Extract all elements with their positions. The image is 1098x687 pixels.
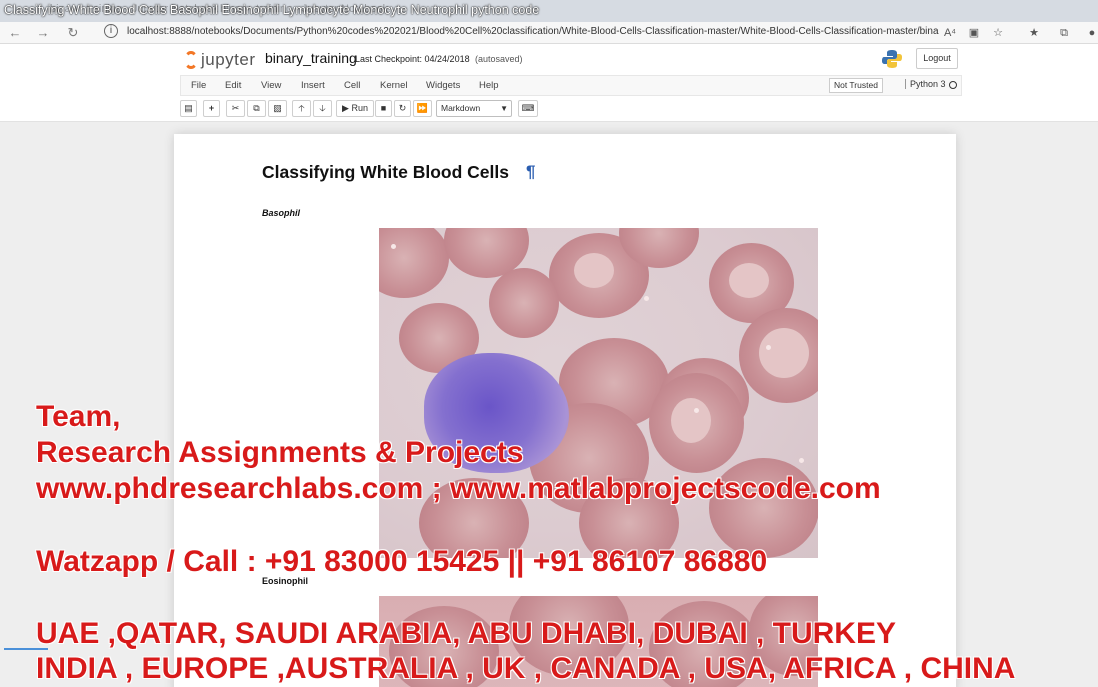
back-icon[interactable]: ← (6, 24, 24, 42)
run-icon: ▶ (342, 103, 349, 113)
menu-cell[interactable]: Cell (344, 80, 360, 91)
notebook-name[interactable]: binary_training (265, 50, 357, 66)
overlay-line-4: Watzapp / Call : +91 83000 15425 || +91 … (36, 545, 768, 578)
cut-icon[interactable]: ✂ (226, 100, 245, 117)
restart-icon[interactable]: ↻ (394, 100, 411, 117)
overlay-line-2: Research Assignments & Projects (36, 436, 524, 469)
copy-icon[interactable]: ⧉ (247, 100, 266, 117)
favorites-icon[interactable]: ★ (1026, 25, 1042, 41)
cell-type-value: Markdown (441, 103, 481, 113)
move-up-icon[interactable]: 🡡 (292, 100, 311, 117)
notebook-toolbar: ▤ + ✂ ⧉ ▧ 🡡 🡣 ▶ Run ■ ↻ ⏩ Markdown ▼ ⌨ (180, 100, 962, 120)
checkpoint-status: Last Checkpoint: 04/24/2018 (355, 54, 470, 64)
overlay-line-1: Team, (36, 400, 121, 433)
browser-tab-bar: binary_training - Jupyter Notebook binar… (0, 0, 1098, 22)
jupyter-logo-text: jupyter (201, 50, 256, 69)
chevron-down-icon: ▼ (500, 104, 508, 113)
run-label: Run (351, 103, 368, 113)
logout-button[interactable]: Logout (916, 48, 958, 69)
menu-widgets[interactable]: Widgets (426, 80, 460, 91)
menu-kernel[interactable]: Kernel (380, 80, 407, 91)
add-cell-icon[interactable]: + (203, 100, 220, 117)
keyboard-icon[interactable]: ⌨ (518, 100, 538, 117)
stop-icon[interactable]: ■ (375, 100, 392, 117)
overlay-line-5: UAE ,QATAR, SAUDI ARABIA, ABU DHABI, DUB… (36, 617, 896, 650)
read-aloud-icon[interactable]: A⁴ (942, 25, 958, 41)
star-icon[interactable]: ☆ (990, 25, 1006, 41)
profile-icon[interactable]: ● (1084, 25, 1098, 41)
info-icon[interactable]: i (104, 24, 118, 38)
save-icon[interactable]: ▤ (180, 100, 197, 117)
menu-insert[interactable]: Insert (301, 80, 325, 91)
page-view-icon[interactable]: ▣ (966, 25, 982, 41)
jupyter-logo-icon (184, 51, 198, 69)
reload-icon[interactable]: ↻ (64, 24, 82, 42)
menu-view[interactable]: View (261, 80, 281, 91)
menu-help[interactable]: Help (479, 80, 499, 91)
python-logo-icon (882, 50, 902, 68)
jupyter-header: jupyter binary_training Last Checkpoint:… (0, 44, 1098, 122)
section-label-basophil: Basophil (262, 208, 301, 218)
restart-run-all-icon[interactable]: ⏩ (413, 100, 432, 117)
notebook-heading: Classifying White Blood Cells (262, 162, 509, 182)
autosave-status: (autosaved) (475, 54, 523, 64)
not-trusted-badge[interactable]: Not Trusted (829, 78, 883, 93)
kernel-name[interactable]: Python 3 (905, 79, 946, 89)
notebook-page: Classifying White Blood Cells ¶ Basophil… (174, 134, 956, 687)
paste-icon[interactable]: ▧ (268, 100, 287, 117)
video-title: Classifying White Blood Cells Basophil E… (4, 3, 540, 17)
run-button[interactable]: ▶ Run (336, 100, 374, 117)
move-down-icon[interactable]: 🡣 (313, 100, 332, 117)
kernel-idle-icon (949, 81, 957, 89)
overlay-line-6: INDIA , EUROPE ,AUSTRALIA , UK , CANADA … (36, 652, 1016, 685)
menu-file[interactable]: File (191, 80, 206, 91)
collections-icon[interactable]: ⧉ (1056, 25, 1072, 41)
menu-bar: File Edit View Insert Cell Kernel Widget… (180, 75, 962, 96)
video-progress-bar[interactable] (4, 648, 48, 650)
forward-icon[interactable]: → (34, 24, 52, 42)
cell-type-select[interactable]: Markdown ▼ (436, 100, 512, 117)
menu-edit[interactable]: Edit (225, 80, 241, 91)
overlay-line-3: www.phdresearchlabs.com ; www.matlabproj… (36, 472, 881, 505)
address-bar: ← → ↻ i localhost:8888/notebooks/Documen… (0, 22, 1098, 44)
url-field[interactable]: localhost:8888/notebooks/Documents/Pytho… (127, 26, 939, 37)
heading-anchor-link[interactable]: ¶ (526, 162, 535, 182)
basophil-image (379, 228, 818, 558)
